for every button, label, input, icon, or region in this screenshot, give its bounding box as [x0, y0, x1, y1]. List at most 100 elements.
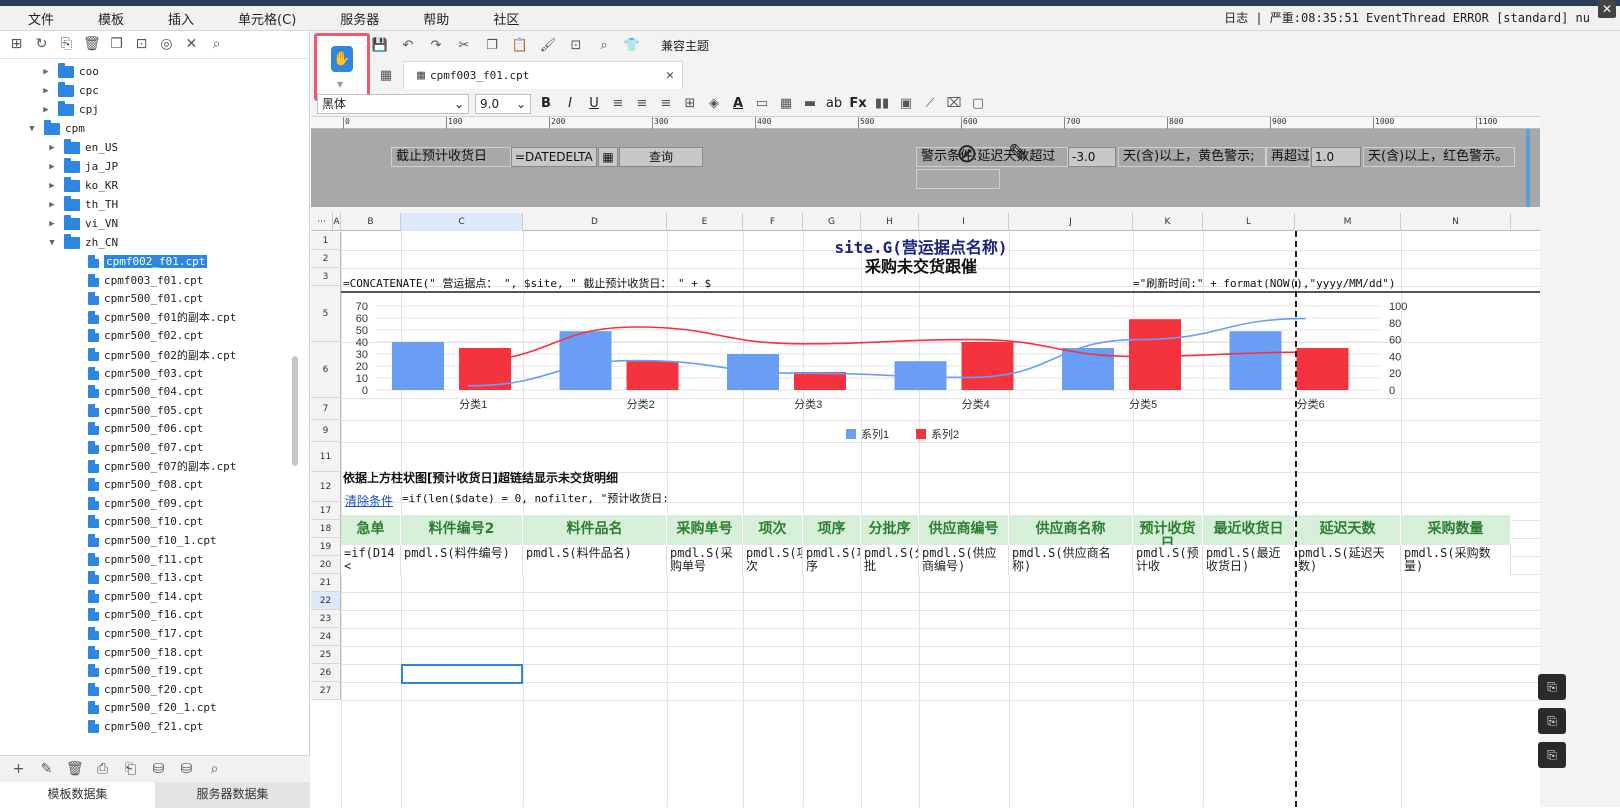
column-title-cell[interactable]: 分批序: [861, 515, 919, 545]
db-refresh-icon[interactable]: ⛁: [178, 761, 195, 778]
menu-item-0[interactable]: 文件: [0, 9, 70, 28]
tree-file[interactable]: cpmr500_f02的副本.cpt: [86, 345, 236, 364]
chevron-right-icon[interactable]: ▶: [46, 219, 58, 229]
column-title-cell[interactable]: 预计收货日: [1133, 515, 1203, 545]
tree-folder[interactable]: ▶ th_TH: [46, 195, 118, 214]
tree-folder[interactable]: ▶ en_US: [46, 138, 118, 157]
tree-file[interactable]: cpmr500_f19.cpt: [86, 661, 203, 680]
delete-icon[interactable]: 🗑: [83, 36, 101, 53]
row-header-19[interactable]: 19: [311, 538, 341, 556]
row-header-11[interactable]: 11: [311, 442, 341, 472]
frame-icon[interactable]: ▢: [969, 96, 987, 111]
hidden-eye-icon[interactable]: ⊘: [956, 139, 978, 169]
column-header-I[interactable]: I: [919, 213, 1009, 231]
chevron-down-icon[interactable]: ▼: [26, 124, 38, 134]
cell-attr-icon[interactable]: ⎘: [1538, 674, 1566, 700]
column-title-cell[interactable]: 料件品名: [523, 515, 667, 545]
align-left-icon[interactable]: ≡: [609, 96, 627, 111]
chevron-down-icon[interactable]: ▼: [46, 238, 58, 248]
copy-icon[interactable]: ❐: [108, 36, 125, 53]
edit-icon[interactable]: ✎: [38, 761, 55, 778]
column-title-cell[interactable]: 供应商名称: [1009, 515, 1133, 545]
italic-icon[interactable]: I: [561, 96, 579, 111]
menu-item-4[interactable]: 服务器: [312, 9, 395, 28]
tab-server-dataset[interactable]: 服务器数据集: [155, 782, 310, 808]
column-header-J[interactable]: J: [1009, 213, 1133, 231]
data-cell[interactable]: pmdl.S(料件品名): [523, 545, 667, 575]
delete-dataset-icon[interactable]: 🗑: [66, 761, 84, 778]
new-folder-icon[interactable]: ⊞: [8, 36, 25, 53]
column-title-cell[interactable]: 项次: [743, 515, 803, 545]
data-cell[interactable]: pmdl.S(最近收货日): [1203, 545, 1295, 575]
tree-file[interactable]: cpmr500_f02.cpt: [86, 326, 203, 345]
row-header-9[interactable]: 9: [311, 420, 341, 442]
text-cell-icon[interactable]: ▬: [801, 96, 819, 111]
border-icon[interactable]: ⊞: [681, 96, 699, 111]
column-header-H[interactable]: H: [861, 213, 919, 231]
tree-file[interactable]: cpmf002_f01.cpt: [86, 252, 208, 271]
menu-item-6[interactable]: 社区: [465, 9, 535, 28]
column-title-cell[interactable]: 延迟天数: [1295, 515, 1401, 545]
bold-icon[interactable]: B: [537, 96, 555, 111]
align-center-icon[interactable]: ≡: [633, 96, 651, 111]
tree-file[interactable]: cpmr500_f18.cpt: [86, 643, 203, 662]
data-cell[interactable]: pmdl.S(采购数量): [1401, 545, 1511, 575]
close-icon[interactable]: ✕: [1598, 0, 1616, 18]
row-header-7[interactable]: 7: [311, 398, 341, 420]
column-title-cell[interactable]: 采购数量: [1401, 515, 1511, 545]
data-cell[interactable]: pmdl.S(料件编号): [401, 545, 523, 575]
warn-value-2[interactable]: 1.0: [1311, 147, 1361, 167]
search-icon[interactable]: ⌕: [208, 36, 225, 53]
ab-icon[interactable]: ab: [825, 96, 843, 111]
tree-file[interactable]: cpmr500_f05.cpt: [86, 401, 203, 420]
tree-folder[interactable]: ▼ zh_CN: [46, 233, 118, 252]
undo-icon[interactable]: ↶: [399, 38, 417, 53]
row-header-1[interactable]: 1: [311, 232, 341, 250]
tab-template-dataset[interactable]: 模板数据集: [0, 782, 155, 808]
query-button[interactable]: 查询: [619, 147, 703, 167]
slash-icon[interactable]: ⟋: [921, 96, 939, 111]
warn-value-1[interactable]: -3.0: [1068, 147, 1116, 167]
font-size-select[interactable]: 9.0 ⌄: [475, 93, 531, 114]
tree-file[interactable]: cpmr500_f21.cpt: [86, 717, 203, 736]
row-header-20[interactable]: 20: [311, 556, 341, 574]
clear-filter-link[interactable]: 清除条件: [345, 492, 399, 509]
template-param-icon[interactable]: ⊡: [567, 38, 585, 53]
row-header-5[interactable]: 5: [311, 286, 341, 342]
tree-folder[interactable]: ▶ vi_VN: [46, 214, 118, 233]
column-header-D[interactable]: D: [523, 213, 667, 231]
tree-file[interactable]: cpmr500_f04.cpt: [86, 382, 203, 401]
spreadsheet-grid[interactable]: ⋯ A B C D E F G H I J K L M N 1 2 3 5 6 7 9 11 12 17 18 19 20 21 22 2…: [311, 213, 1540, 807]
column-title-cell[interactable]: 采购单号: [667, 515, 743, 545]
column-title-cell[interactable]: 最近收货日: [1203, 515, 1295, 545]
row-header-26[interactable]: 26: [311, 664, 341, 682]
lock-icon[interactable]: ⊡: [133, 36, 150, 53]
tree-file[interactable]: cpmr500_f03.cpt: [86, 364, 203, 383]
column-header-B[interactable]: B: [341, 213, 401, 231]
locate-icon[interactable]: ◎: [158, 36, 175, 53]
tree-file[interactable]: cpmr500_f20.cpt: [86, 680, 203, 699]
tree-folder[interactable]: ▼ cpm: [26, 119, 85, 138]
row-header-2[interactable]: 2: [311, 250, 341, 268]
doc-tab[interactable]: ▦ cpmf003_f01.cpt ✕: [403, 61, 683, 89]
tree-scrollbar[interactable]: [292, 356, 298, 466]
chevron-right-icon[interactable]: ▶: [40, 86, 52, 96]
dataset-search-icon[interactable]: ⌕: [206, 761, 223, 778]
collapse-icon[interactable]: ✕: [183, 36, 200, 53]
param-date-input[interactable]: =DATEDELTA: [511, 147, 597, 167]
database-icon[interactable]: ⛁: [150, 761, 167, 778]
row-header-3[interactable]: 3: [311, 268, 341, 286]
column-header-N[interactable]: N: [1401, 213, 1511, 231]
tree-file[interactable]: cpmr500_f13.cpt: [86, 568, 203, 587]
underline-icon[interactable]: U: [585, 96, 603, 111]
column-title-cell[interactable]: 急单: [341, 515, 401, 545]
image-icon[interactable]: ▣: [897, 96, 915, 111]
chevron-right-icon[interactable]: ▶: [46, 162, 58, 172]
compatible-theme-button[interactable]: 兼容主题: [661, 37, 709, 54]
sub-report-icon[interactable]: ⌧: [945, 96, 963, 111]
column-header-M[interactable]: M: [1295, 213, 1401, 231]
tree-folder[interactable]: ▶ coo: [40, 62, 99, 81]
chevron-right-icon[interactable]: ▶: [40, 105, 52, 115]
row-header-22[interactable]: 22: [311, 592, 341, 610]
tree-file[interactable]: cpmr500_f10.cpt: [86, 512, 203, 531]
